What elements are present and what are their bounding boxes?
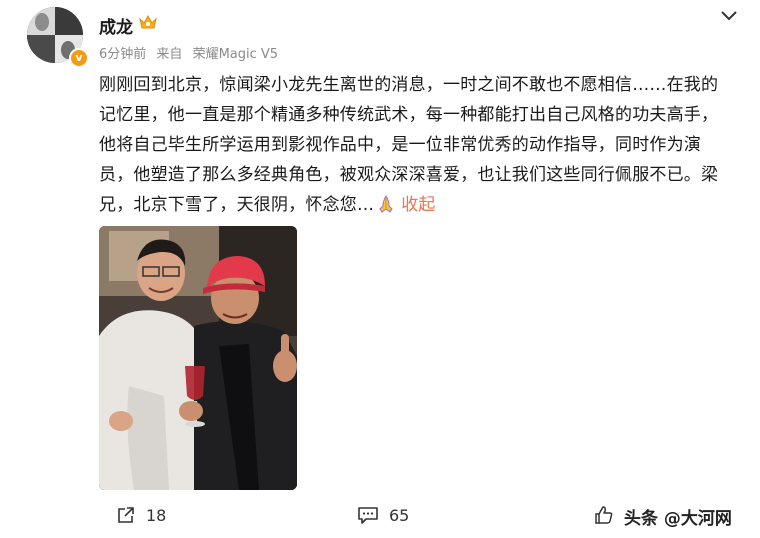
like-button[interactable]: [594, 500, 624, 530]
crown-icon: [139, 14, 157, 29]
photo-illustration: [99, 226, 297, 490]
comment-button[interactable]: 65: [357, 500, 409, 530]
pray-emoji-icon: [379, 195, 393, 213]
post-device: 荣耀Magic V5: [192, 47, 279, 62]
weibo-post-card: v 成龙 6分钟前 来自 荣耀Magic V5 刚刚回到北京，惊闻梁小龙先生离世…: [0, 0, 760, 538]
comment-icon: [358, 507, 378, 524]
post-line-last: 兄，北京下雪了，天很阴，怀念您… 收起: [99, 195, 436, 215]
share-icon: [118, 507, 134, 523]
share-count: 18: [146, 505, 167, 525]
post-line: 记忆里，他一直是那个精通多种传统武术，每一种都能打出自己风格的功夫高手，: [99, 105, 719, 125]
post-text: 刚刚回到北京，惊闻梁小龙先生离世的消息，一时之间不敢也不愿相信……在我的 记忆里…: [99, 70, 739, 220]
watermark: 头条 @大河网: [624, 509, 732, 529]
like-icon: [595, 506, 613, 524]
post-line: 他将自己毕生所学运用到影视作品中，是一位非常优秀的动作指导，同时作为演: [99, 135, 701, 155]
collapse-link[interactable]: 收起: [401, 195, 435, 215]
post-time: 6分钟前: [99, 47, 147, 62]
comment-count: 65: [389, 505, 410, 525]
chevron-down-icon[interactable]: [720, 10, 738, 22]
verified-badge-icon: v: [69, 48, 89, 68]
post-photo[interactable]: [99, 226, 297, 490]
post-source-prefix: 来自: [156, 47, 183, 62]
post-meta: 6分钟前 来自 荣耀Magic V5: [99, 43, 278, 62]
share-button[interactable]: 18: [116, 500, 166, 530]
post-line: 员，他塑造了那么多经典角色，被观众深深喜爱，也让我们这些同行佩服不已。梁: [99, 165, 719, 185]
author-name[interactable]: 成龙: [99, 13, 133, 38]
post-line: 刚刚回到北京，惊闻梁小龙先生离世的消息，一时之间不敢也不愿相信……在我的: [99, 75, 719, 95]
